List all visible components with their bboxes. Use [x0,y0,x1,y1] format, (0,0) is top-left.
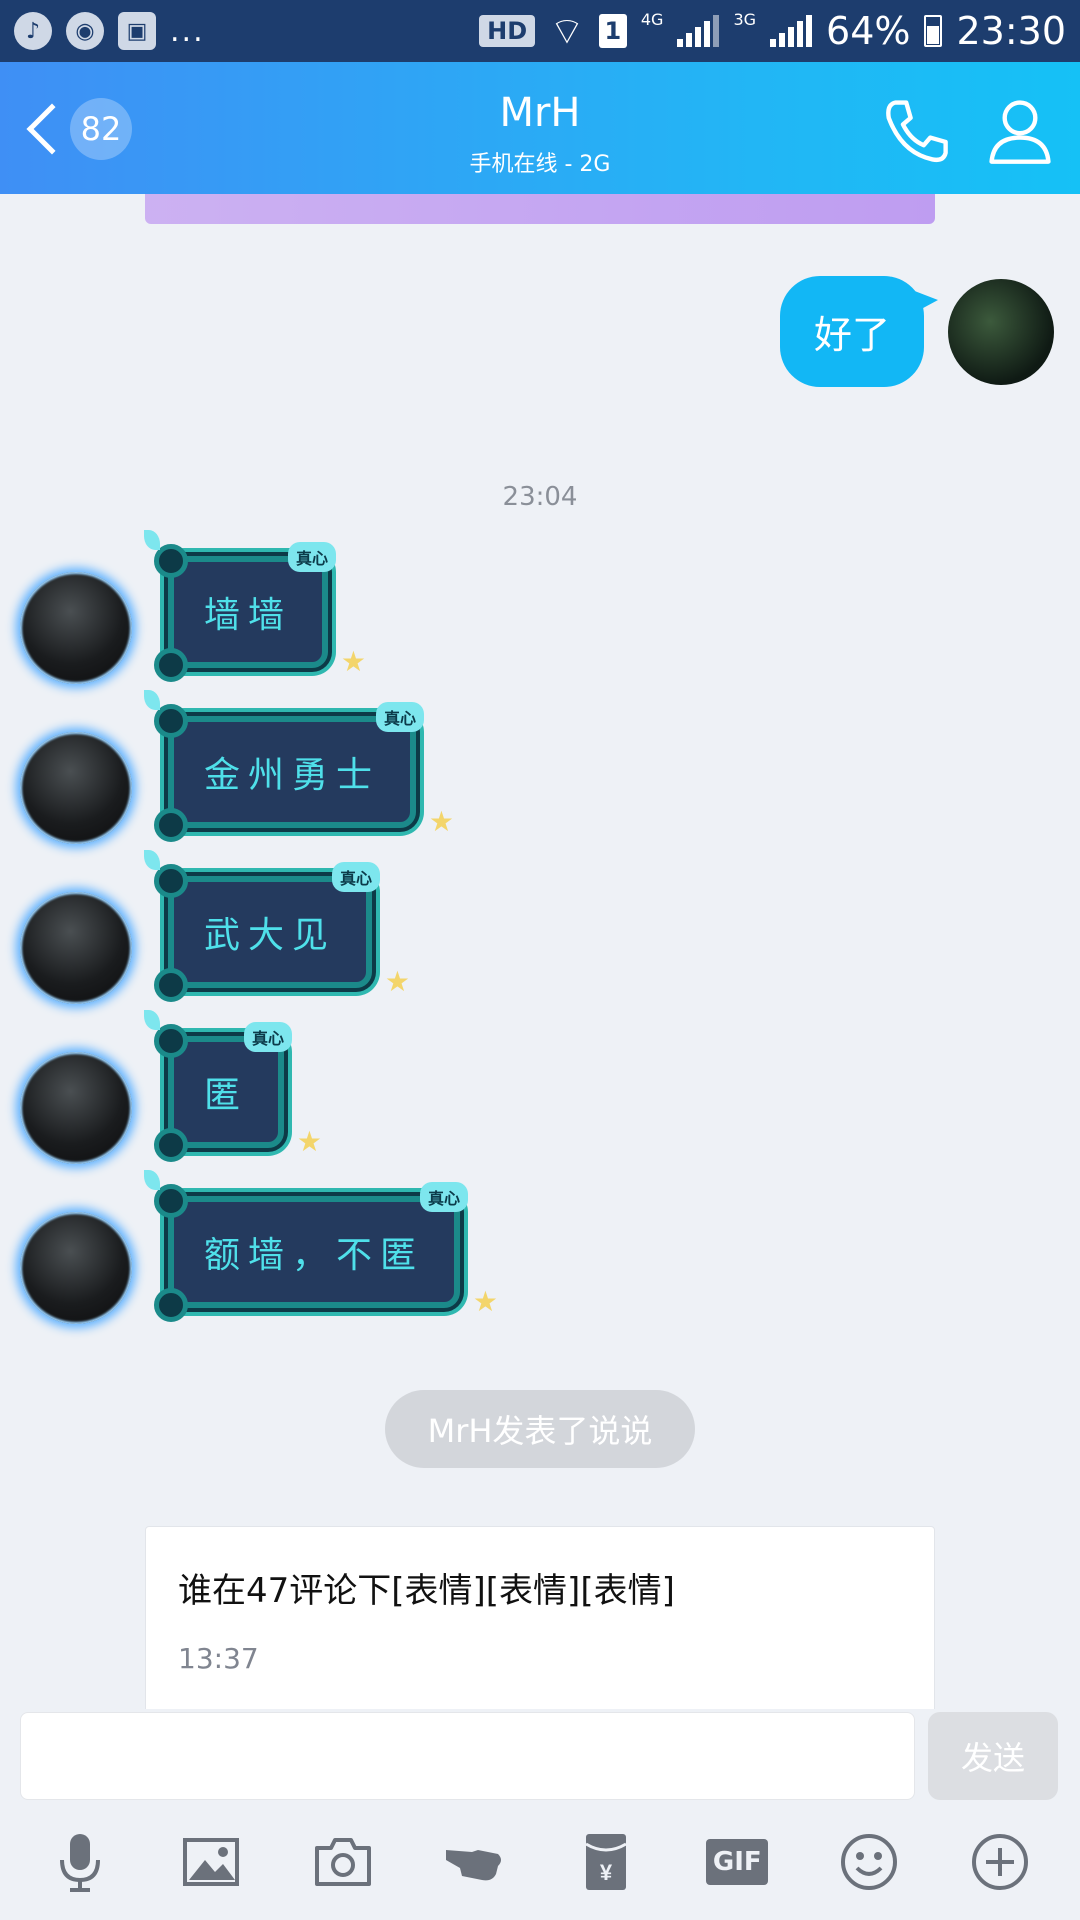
gif-button[interactable]: GIF [697,1822,777,1902]
image-button[interactable] [171,1822,251,1902]
status-bar: ♪ ◉ ▣ ... HD ⌔ 1 4G 3G 64% 23:30 [0,0,1080,62]
image-icon [183,1838,240,1886]
incoming-message: 墙墙 真心 ★ [20,530,366,684]
system-notice: MrH发表了说说 [385,1390,695,1468]
screen-timer-icon: ▣ [118,12,156,50]
poke-button[interactable] [434,1822,514,1902]
sticker-badge: 真心 [420,1182,469,1212]
call-button[interactable] [880,96,950,166]
message-text: 匿 [204,1075,249,1116]
message-text: 墙墙 [204,595,293,636]
wifi-icon: ⌔ [549,9,585,53]
sticker-bubble[interactable]: 墙墙 真心 ★ [144,530,366,684]
star-decoration: ★ [340,645,367,678]
more-button[interactable] [960,1822,1040,1902]
plus-circle-icon [972,1834,1029,1890]
ring-decoration [154,1288,188,1322]
contact-avatar[interactable] [20,572,132,684]
camera-icon [314,1838,371,1886]
incoming-message: 额墙，不匿 真心 ★ [20,1170,498,1324]
red-packet-icon: ¥ [584,1834,627,1890]
composer: 发送 [0,1709,1080,1804]
sim-badge: 1 [598,14,627,48]
sticker-frame: 武大见 真心 [168,862,381,988]
network-type-1: 4G [640,9,664,29]
sticker-badge: 真心 [376,702,425,732]
partial-message-bubble [145,194,935,224]
ring-decoration [154,968,188,1002]
app-notification-icon: ♪ [14,12,52,50]
my-avatar[interactable] [948,278,1054,385]
message-input[interactable] [20,1712,915,1800]
contact-avatar[interactable] [20,732,132,844]
hd-badge: HD [479,15,536,47]
ring-decoration [154,808,188,842]
contact-avatar[interactable] [20,892,132,1004]
message-timestamp: 23:04 [502,482,578,512]
message-text: 金州勇士 [204,755,381,796]
gif-icon: GIF [706,1839,769,1885]
red-packet-button[interactable]: ¥ [566,1822,646,1902]
sticker-bubble[interactable]: 额墙，不匿 真心 ★ [144,1170,498,1324]
leaf-decoration [144,1010,160,1030]
sticker-badge: 真心 [332,862,381,892]
sticker-frame: 墙墙 真心 [168,542,337,668]
smiley-icon [840,1834,897,1890]
message-text: 武大见 [204,915,337,956]
battery-icon [924,15,943,47]
incoming-message: 武大见 真心 ★ [20,850,410,1004]
voice-button[interactable] [40,1822,120,1902]
sticker-frame: 额墙，不匿 真心 [168,1182,469,1308]
incoming-message: 匿 真心 ★ [20,1010,322,1164]
sticker-badge: 真心 [288,542,337,572]
sticker-frame: 金州勇士 真心 [168,702,425,828]
message-text: 额墙，不匿 [204,1235,425,1276]
ring-decoration [154,648,188,682]
leaf-decoration [144,1170,160,1190]
sticker-bubble[interactable]: 武大见 真心 ★ [144,850,410,1004]
profile-button[interactable] [985,96,1055,166]
sticker-bubble[interactable]: 金州勇士 真心 ★ [144,690,454,844]
star-decoration: ★ [296,1125,323,1158]
leaf-decoration [144,530,160,550]
contact-avatar[interactable] [20,1212,132,1324]
network-type-2: 3G [733,9,757,29]
input-toolbar: ¥ GIF [0,1804,1080,1920]
phone-icon [886,100,948,163]
message-list[interactable]: 好了 23:04 墙墙 真心 ★ 金州勇士 真心 ★ 武大见 真心 ★ 匿 真心… [0,194,1080,1709]
contact-avatar[interactable] [20,1052,132,1164]
notification-icons: ♪ ◉ ▣ ... [14,12,205,50]
emoji-button[interactable] [829,1822,909,1902]
battery-percent: 64% [826,9,911,53]
svg-text:¥: ¥ [600,1860,613,1885]
star-decoration: ★ [472,1285,499,1318]
signal-icon-1 [677,15,720,47]
chat-header: 82 MrH 手机在线 - 2G [0,62,1080,194]
system-indicators: HD ⌔ 1 4G 3G 64% 23:30 [479,7,1066,55]
outgoing-bubble[interactable]: 好了 [779,276,939,387]
post-time: 13:37 [178,1642,259,1675]
person-icon [989,100,1051,164]
clock: 23:30 [956,9,1066,53]
signal-icon-2 [770,15,813,47]
sticker-bubble[interactable]: 匿 真心 ★ [144,1010,322,1164]
star-decoration: ★ [428,805,455,838]
outgoing-message: 好了 [779,276,1054,387]
ring-decoration [154,1128,188,1162]
leaf-decoration [144,850,160,870]
sticker-badge: 真心 [244,1022,293,1052]
sticker-frame: 匿 真心 [168,1022,293,1148]
more-notifications-icon: ... [170,13,205,49]
pointing-hand-icon [446,1850,502,1881]
camera-button[interactable] [303,1822,383,1902]
incoming-message: 金州勇士 真心 ★ [20,690,454,844]
shared-post-card[interactable]: 谁在47评论下[表情][表情][表情] 13:37 [145,1526,935,1709]
send-button[interactable]: 发送 [928,1712,1058,1800]
leaf-decoration [144,690,160,710]
post-text: 谁在47评论下[表情][表情][表情] [178,1571,675,1611]
wechat-icon: ◉ [66,12,104,50]
star-decoration: ★ [384,965,411,998]
microphone-icon [59,1834,100,1892]
